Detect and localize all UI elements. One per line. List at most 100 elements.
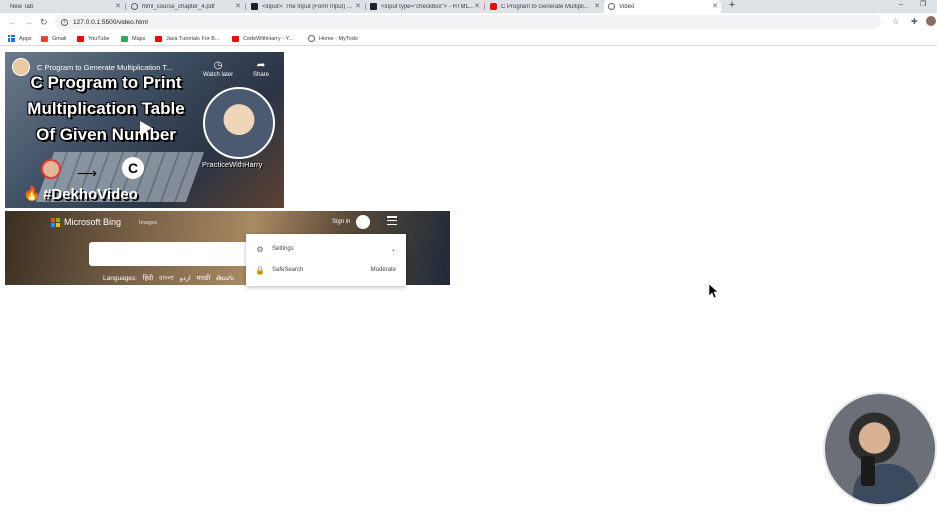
close-tab-icon[interactable]: ✕	[712, 2, 718, 11]
safesearch-value: Moderate	[370, 267, 396, 273]
user-icon[interactable]	[356, 215, 370, 229]
thumbnail-title-line: C Program to Print	[30, 73, 182, 92]
tab-input-mdn[interactable]: <input>: The Input (Form Input) ... ✕	[247, 0, 364, 13]
gmail-icon	[41, 35, 48, 42]
bookmark-label: Apps	[19, 35, 32, 42]
tab-divider	[484, 3, 485, 10]
extensions-icon[interactable]: ✚	[911, 17, 918, 27]
globe-icon	[608, 3, 615, 10]
site-info-icon[interactable]: i	[61, 18, 68, 26]
mouse-cursor-icon	[709, 284, 719, 298]
hashtag-label: #DekhoVideo	[43, 186, 138, 203]
bookmark-gmail[interactable]: Gmail	[41, 33, 66, 44]
bookmarks-bar: Apps Gmail YouTube Maps Java Tutorials F…	[0, 31, 937, 46]
bookmark-label: Gmail	[52, 35, 67, 42]
bookmark-label: YouTube	[88, 35, 110, 42]
address-url[interactable]: 127.0.0.1:5500/video.html	[73, 19, 148, 26]
youtube-icon	[77, 35, 84, 42]
close-tab-icon[interactable]: ✕	[115, 2, 121, 11]
host-label: PracticeWithHarry	[202, 160, 263, 169]
bookmark-apps[interactable]: Apps	[8, 33, 32, 44]
bookmark-label: Java Tutorials For B...	[166, 35, 220, 42]
bookmark-label: Home - MyTodo	[319, 35, 358, 42]
tab-title: <input type="checkbox"> - HTML...	[381, 3, 474, 10]
microsoft-logo-icon	[51, 217, 60, 227]
bookmark-youtube[interactable]: YouTube	[77, 33, 110, 44]
close-tab-icon[interactable]: ✕	[474, 2, 480, 11]
languages-bar: Languages: हिंदी বাংলা اردو मराठी తెలుగు	[103, 273, 234, 284]
language-link[interactable]: मराठी	[197, 275, 211, 282]
settings-menu-item[interactable]: ⚙ Settings ⌄	[246, 240, 406, 258]
fire-icon: 🔥	[23, 185, 41, 201]
tab-c-program-video[interactable]: C Program to Generate Multipli... ✕	[486, 0, 603, 13]
watch-later-label: Watch later	[203, 72, 234, 78]
share-button[interactable]: ➦ Share	[253, 60, 269, 78]
share-icon: ➦	[256, 60, 266, 71]
bing-logo[interactable]: Microsoft Bing	[51, 217, 121, 227]
tab-title: New Tab	[10, 3, 34, 10]
microphone-icon	[861, 456, 875, 486]
forward-icon[interactable]: →	[24, 16, 33, 28]
profile-avatar[interactable]	[926, 16, 936, 26]
bing-brand: Microsoft Bing	[64, 217, 122, 227]
back-icon[interactable]: ←	[8, 16, 17, 28]
language-link[interactable]: తెలుగు	[216, 275, 234, 282]
bookmark-mytodo[interactable]: Home - MyTodo	[308, 33, 358, 44]
hamburger-menu-icon[interactable]	[387, 216, 397, 225]
settings-label: Settings	[272, 246, 294, 252]
maps-icon	[121, 35, 128, 42]
tab-title: Video	[619, 3, 635, 10]
presenter-face-icon	[41, 159, 61, 179]
gear-icon: ⚙	[256, 244, 264, 254]
mdn-icon	[370, 3, 377, 10]
tab-title: html_course_chapter_4.pdf	[142, 3, 215, 10]
thumbnail-title-line: Of Given Number	[36, 125, 176, 144]
mdn-icon	[251, 3, 258, 10]
new-tab-button[interactable]: +	[727, 0, 737, 13]
bookmark-label: Maps	[132, 35, 146, 42]
restore-window-button[interactable]: ❐	[920, 0, 926, 10]
globe-icon	[131, 3, 138, 10]
languages-label: Languages:	[103, 275, 137, 282]
address-bar[interactable]: i 127.0.0.1:5500/video.html	[55, 15, 881, 29]
browser-toolbar: ← → ↻ i 127.0.0.1:5500/video.html ☆ ✚	[0, 13, 937, 31]
play-icon[interactable]	[137, 120, 153, 136]
language-link[interactable]: اردو	[180, 275, 191, 282]
tab-checkbox-mdn[interactable]: <input type="checkbox"> - HTML... ✕	[366, 0, 483, 13]
watch-later-button[interactable]: ◷ Watch later	[203, 60, 233, 78]
tab-new-tab[interactable]: New Tab ✕	[6, 0, 124, 13]
minimize-window-button[interactable]: –	[899, 0, 903, 10]
close-tab-icon[interactable]: ✕	[594, 2, 600, 11]
bookmark-star-icon[interactable]: ☆	[892, 17, 899, 27]
youtube-icon	[155, 35, 162, 42]
tab-html-course-pdf[interactable]: html_course_chapter_4.pdf ✕	[127, 0, 244, 13]
reload-icon[interactable]: ↻	[40, 16, 48, 28]
sign-in-link[interactable]: Sign in	[332, 218, 350, 227]
bookmark-java-tutorials[interactable]: Java Tutorials For B...	[155, 33, 220, 44]
bookmark-codewithharry[interactable]: CodeWithHarry - Y...	[232, 33, 293, 44]
lock-icon: 🔒	[255, 265, 265, 275]
share-label: Share	[253, 72, 270, 78]
tab-video[interactable]: Video ✕	[604, 0, 721, 13]
thumbnail-title: C Program to Print Multiplication Table …	[11, 70, 201, 148]
close-tab-icon[interactable]: ✕	[355, 2, 361, 11]
safesearch-label: SafeSearch	[272, 267, 304, 273]
images-link[interactable]: Images	[139, 220, 157, 226]
apps-grid-icon	[8, 35, 15, 42]
bookmark-maps[interactable]: Maps	[121, 33, 145, 44]
c-language-logo: C	[122, 157, 144, 179]
youtube-icon	[490, 3, 497, 10]
clock-icon: ◷	[213, 60, 223, 71]
tab-title: C Program to Generate Multipli...	[501, 3, 589, 10]
tab-title: <input>: The Input (Form Input) ...	[262, 3, 352, 10]
arrow-icon: ⟶	[77, 165, 98, 181]
language-link[interactable]: বাংলা	[159, 275, 174, 282]
bing-settings-dropdown: ⚙ Settings ⌄ 🔒 SafeSearch Moderate	[246, 234, 406, 286]
youtube-video-embed[interactable]: C Program to Generate Multiplication T..…	[5, 52, 284, 208]
safesearch-menu-item[interactable]: 🔒 SafeSearch Moderate	[246, 261, 406, 279]
language-link[interactable]: हिंदी	[143, 275, 153, 282]
close-tab-icon[interactable]: ✕	[235, 2, 241, 11]
bing-search-input[interactable]	[89, 242, 249, 266]
host-portrait	[203, 87, 275, 159]
youtube-icon	[232, 35, 239, 42]
